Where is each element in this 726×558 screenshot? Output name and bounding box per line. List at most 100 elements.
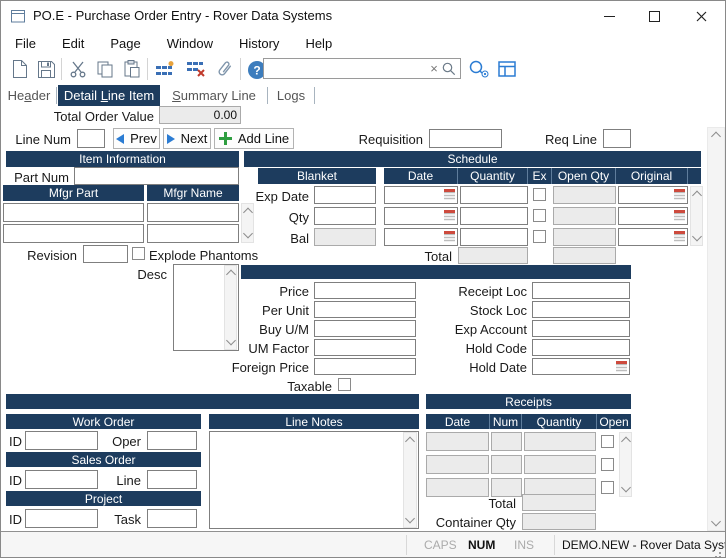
paste-button[interactable] xyxy=(120,57,144,81)
schedule-quantity-input[interactable] xyxy=(460,207,528,225)
main-vertical-scrollbar[interactable] xyxy=(707,127,725,531)
delete-line-button[interactable] xyxy=(184,57,208,81)
scroll-down-icon[interactable] xyxy=(711,517,721,527)
new-button[interactable] xyxy=(7,57,31,81)
scroll-up-icon[interactable] xyxy=(692,191,702,201)
menu-page[interactable]: Page xyxy=(110,36,140,51)
desc-scrollbar[interactable] xyxy=(224,265,237,350)
scroll-down-icon[interactable] xyxy=(621,483,631,493)
mfgr-name-input[interactable] xyxy=(147,203,239,222)
layout-button[interactable] xyxy=(495,57,519,81)
menu-edit[interactable]: Edit xyxy=(62,36,84,51)
price-input[interactable] xyxy=(314,282,416,299)
line-input[interactable] xyxy=(147,470,197,489)
explode-phantoms-checkbox[interactable] xyxy=(132,247,145,260)
schedule-ex-checkbox[interactable] xyxy=(533,230,546,243)
mfgr-grid-scrollbar[interactable] xyxy=(241,203,254,243)
menu-file[interactable]: File xyxy=(15,36,36,51)
line-notes-textarea[interactable] xyxy=(209,431,419,529)
blanket-exp-date-input[interactable] xyxy=(314,186,376,204)
calendar-icon[interactable] xyxy=(616,361,627,372)
mfgr-name-input[interactable] xyxy=(147,224,239,243)
schedule-quantity-input[interactable] xyxy=(460,228,528,246)
tab-detail-line-item[interactable]: Detail Line Item xyxy=(58,85,160,106)
line-notes-scrollbar[interactable] xyxy=(403,432,417,528)
calendar-icon[interactable] xyxy=(674,210,685,221)
scroll-up-icon[interactable] xyxy=(621,437,631,447)
receipt-open-checkbox[interactable] xyxy=(601,481,614,494)
schedule-original-input[interactable] xyxy=(618,186,688,204)
hold-date-label: Hold Date xyxy=(469,360,527,375)
zoom-preview-button[interactable] xyxy=(466,57,492,81)
next-button[interactable]: Next xyxy=(163,128,211,149)
schedule-date-input[interactable] xyxy=(384,228,458,246)
schedule-ex-checkbox[interactable] xyxy=(533,209,546,222)
schedule-date-input[interactable] xyxy=(384,186,458,204)
insert-line-button[interactable] xyxy=(153,57,177,81)
tab-summary-line-item[interactable]: Summary Line Item xyxy=(162,85,266,106)
menu-help[interactable]: Help xyxy=(305,36,332,51)
search-icon[interactable] xyxy=(442,62,456,76)
task-input[interactable] xyxy=(147,509,197,528)
scroll-down-icon[interactable] xyxy=(405,514,415,524)
calendar-icon[interactable] xyxy=(674,189,685,200)
menu-window[interactable]: Window xyxy=(167,36,213,51)
requisition-input[interactable] xyxy=(429,129,502,148)
foreign-price-input[interactable] xyxy=(314,358,416,375)
scroll-up-icon[interactable] xyxy=(226,270,236,280)
scroll-down-icon[interactable] xyxy=(226,336,236,346)
stock-loc-input[interactable] xyxy=(532,301,630,318)
resize-grip[interactable] xyxy=(719,552,721,554)
buy-um-input[interactable] xyxy=(314,320,416,337)
mfgr-part-input[interactable] xyxy=(3,203,144,222)
work-order-id-input[interactable] xyxy=(25,431,98,450)
schedule-quantity-input[interactable] xyxy=(460,186,528,204)
calendar-icon[interactable] xyxy=(444,189,455,200)
tab-header[interactable]: Header xyxy=(3,85,55,106)
schedule-original-input[interactable] xyxy=(618,207,688,225)
copy-button[interactable] xyxy=(93,57,117,81)
add-line-button[interactable]: Add Line xyxy=(214,128,294,149)
taxable-checkbox[interactable] xyxy=(338,378,351,391)
line-num-input[interactable] xyxy=(77,129,105,148)
hold-date-input[interactable] xyxy=(532,358,630,375)
schedule-grid-scrollbar[interactable] xyxy=(690,186,703,246)
exp-account-input[interactable] xyxy=(532,320,630,337)
sales-order-id-input[interactable] xyxy=(25,470,98,489)
hold-code-input[interactable] xyxy=(532,339,630,356)
scroll-up-icon[interactable] xyxy=(243,208,253,218)
revision-input[interactable] xyxy=(83,245,128,263)
minimize-button[interactable] xyxy=(587,1,632,31)
scroll-up-icon[interactable] xyxy=(711,132,721,142)
cut-button[interactable] xyxy=(66,57,90,81)
prev-button[interactable]: Prev xyxy=(113,128,160,149)
receipt-open-checkbox[interactable] xyxy=(601,435,614,448)
scroll-up-icon[interactable] xyxy=(405,437,415,447)
part-num-input[interactable] xyxy=(74,167,239,185)
receipts-grid-scrollbar[interactable] xyxy=(619,432,632,497)
schedule-ex-checkbox[interactable] xyxy=(533,188,546,201)
scroll-down-icon[interactable] xyxy=(692,232,702,242)
calendar-icon[interactable] xyxy=(444,231,455,242)
project-id-input[interactable] xyxy=(25,509,98,528)
schedule-original-input[interactable] xyxy=(618,228,688,246)
oper-input[interactable] xyxy=(147,431,197,450)
calendar-icon[interactable] xyxy=(674,231,685,242)
req-line-input[interactable] xyxy=(603,129,631,148)
per-unit-input[interactable] xyxy=(314,301,416,318)
tab-logs[interactable]: Logs xyxy=(269,85,313,106)
um-factor-input[interactable] xyxy=(314,339,416,356)
attachment-button[interactable] xyxy=(213,57,237,81)
scroll-down-icon[interactable] xyxy=(243,229,253,239)
maximize-button[interactable] xyxy=(632,1,677,31)
mfgr-part-input[interactable] xyxy=(3,224,144,243)
blanket-qty-input[interactable] xyxy=(314,207,376,225)
search-clear-icon[interactable]: × xyxy=(426,58,442,79)
save-button[interactable] xyxy=(34,57,58,81)
receipt-open-checkbox[interactable] xyxy=(601,458,614,471)
calendar-icon[interactable] xyxy=(444,210,455,221)
schedule-date-input[interactable] xyxy=(384,207,458,225)
menu-history[interactable]: History xyxy=(239,36,279,51)
close-button[interactable] xyxy=(677,1,725,31)
receipt-loc-input[interactable] xyxy=(532,282,630,299)
